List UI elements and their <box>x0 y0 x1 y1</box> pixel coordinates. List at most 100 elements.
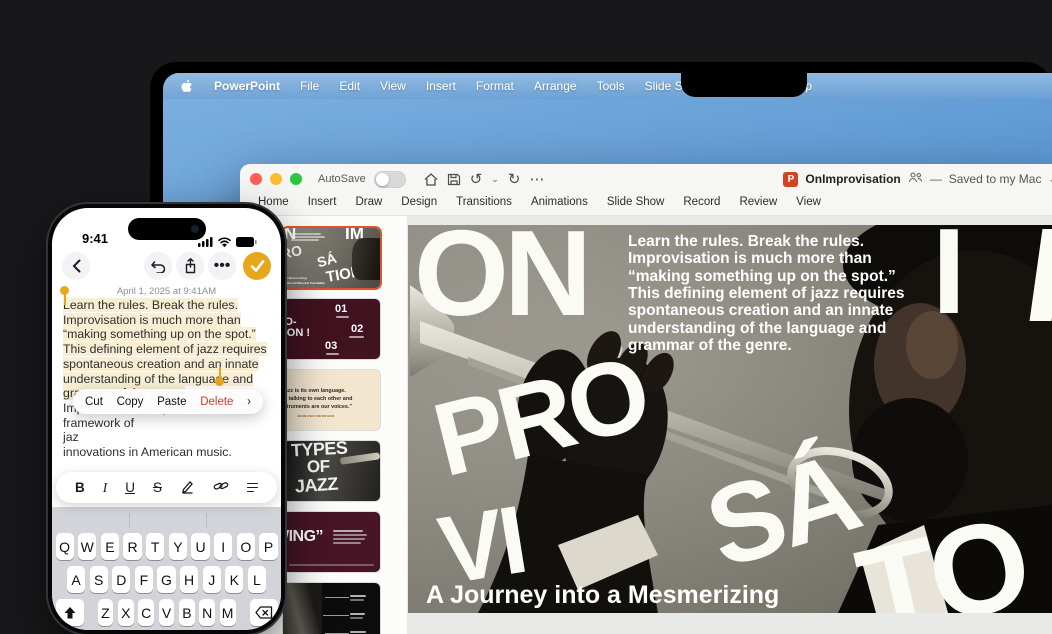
key-g[interactable]: G <box>157 566 176 593</box>
tab-review[interactable]: Review <box>739 196 777 208</box>
key-q[interactable]: Q <box>55 533 74 560</box>
apple-icon[interactable] <box>181 79 194 94</box>
menu-app-name[interactable]: PowerPoint <box>214 79 280 93</box>
thumbnail-slide-3[interactable]: “Jazz is its own language. are talking t… <box>283 370 380 430</box>
slide-caption[interactable]: A Journey into a Mesmerizing <box>426 581 779 610</box>
key-i[interactable]: I <box>214 533 233 560</box>
menu-edit[interactable]: Edit <box>339 79 360 93</box>
key-p[interactable]: P <box>259 533 278 560</box>
undo-icon[interactable]: ↺ <box>470 172 483 187</box>
menu-arrange[interactable]: Arrange <box>534 79 577 93</box>
thumbnail-slide-4[interactable]: TYPES OF JAZZ <box>283 441 380 501</box>
note-date: April 1, 2025 at 9:41AM <box>116 286 217 297</box>
selection-handle-end[interactable] <box>215 367 224 386</box>
highlighter-icon[interactable] <box>180 479 195 497</box>
underline-button[interactable]: U <box>125 480 135 495</box>
tab-animations[interactable]: Animations <box>531 196 588 208</box>
tab-draw[interactable]: Draw <box>355 196 382 208</box>
menu-file[interactable]: File <box>300 79 319 93</box>
tab-slideshow[interactable]: Slide Show <box>607 196 665 208</box>
selected-text[interactable]: Learn the rules. Break the rules. Improv… <box>63 298 267 401</box>
tab-transitions[interactable]: Transitions <box>456 196 512 208</box>
minimize-button[interactable] <box>270 173 282 185</box>
key-s[interactable]: S <box>89 566 108 593</box>
tab-design[interactable]: Design <box>401 196 437 208</box>
menu-insert[interactable]: Insert <box>426 79 456 93</box>
key-e[interactable]: E <box>100 533 119 560</box>
share-button[interactable] <box>176 252 204 280</box>
key-r[interactable]: R <box>123 533 142 560</box>
zoom-button[interactable] <box>290 173 302 185</box>
autosave-label: AutoSave <box>318 173 366 185</box>
context-paste[interactable]: Paste <box>157 396 186 408</box>
thumbnail-slide-1[interactable]: N IM RO SÁ TION a Mesmerizing Melodic/Mu… <box>283 228 380 288</box>
tab-view[interactable]: View <box>796 196 821 208</box>
strikethrough-button[interactable]: S <box>153 480 162 495</box>
save-icon[interactable] <box>447 173 461 186</box>
key-d[interactable]: D <box>112 566 131 593</box>
note-toolbar: ••• <box>52 252 281 282</box>
menu-view[interactable]: View <box>380 79 406 93</box>
key-h[interactable]: H <box>180 566 199 593</box>
bold-button[interactable]: B <box>75 480 85 495</box>
ellipsis-icon[interactable]: ⋯ <box>529 172 544 187</box>
menu-tools[interactable]: Tools <box>597 79 625 93</box>
slide-letter-on: ON <box>414 225 592 341</box>
slide-editor-area: ON I PRO VI SÁ TO Learn the rules. Break… <box>408 216 1052 634</box>
note-body[interactable]: Learn the rules. Break the rules. Improv… <box>63 298 272 460</box>
more-button[interactable]: ••• <box>208 252 236 280</box>
powerpoint-titlebar: AutoSave ↺ ⌄ ↻ ⋯ P OnImprovisation — Sav… <box>240 164 1052 194</box>
chevron-down-icon[interactable]: ⌄ <box>1048 174 1052 185</box>
current-slide[interactable]: ON I PRO VI SÁ TO Learn the rules. Break… <box>408 225 1052 613</box>
thumbnail-slide-6[interactable] <box>283 583 380 634</box>
key-w[interactable]: W <box>78 533 97 560</box>
key-o[interactable]: O <box>236 533 255 560</box>
slide-paragraph[interactable]: Learn the rules. Break the rules. Improv… <box>628 233 924 355</box>
menu-format[interactable]: Format <box>476 79 514 93</box>
status-time: 9:41 <box>82 231 109 246</box>
suggestion-bar <box>52 507 281 533</box>
key-f[interactable]: F <box>134 566 153 593</box>
redo-icon[interactable]: ↻ <box>508 172 521 187</box>
context-delete[interactable]: Delete <box>200 396 233 408</box>
confirm-button[interactable] <box>243 252 271 280</box>
ribbon-tabs: Home Insert Draw Design Transitions Anim… <box>240 194 1052 216</box>
keyboard-row-2: A S D F G H J K L <box>52 566 281 593</box>
context-copy[interactable]: Copy <box>117 396 144 408</box>
saved-status[interactable]: Saved to my Mac <box>949 172 1042 186</box>
undo-chevron-icon[interactable]: ⌄ <box>491 174 499 185</box>
key-t[interactable]: T <box>146 533 165 560</box>
context-cut[interactable]: Cut <box>85 396 103 408</box>
iphone: 9:41 ••• April 1, 2025 at 9:41AM Learn t… <box>48 204 285 634</box>
thumbnail-slide-5[interactable]: WING” <box>283 512 380 572</box>
link-icon[interactable] <box>213 479 229 496</box>
tab-record[interactable]: Record <box>683 196 720 208</box>
key-u[interactable]: U <box>191 533 210 560</box>
tab-insert[interactable]: Insert <box>308 196 337 208</box>
key-k[interactable]: K <box>225 566 244 593</box>
iphone-screen: 9:41 ••• April 1, 2025 at 9:41AM Learn t… <box>52 208 281 630</box>
key-y[interactable]: Y <box>168 533 187 560</box>
wifi-icon <box>218 234 231 252</box>
home-icon[interactable] <box>424 172 438 186</box>
note-line-after-2: jaz <box>63 430 79 445</box>
slide-letter-sa: SÁ <box>692 429 870 592</box>
note-line-after-3: innovations in American music. <box>63 445 232 460</box>
slide-letter-i: I <box>932 225 966 339</box>
undo-button[interactable] <box>144 252 172 280</box>
italic-button[interactable]: I <box>103 480 108 496</box>
back-button[interactable] <box>62 252 90 280</box>
key-a[interactable]: A <box>67 566 86 593</box>
context-more-chevron[interactable]: › <box>247 396 251 408</box>
selection-handle-start[interactable] <box>60 286 69 305</box>
dynamic-island <box>127 218 206 240</box>
list-icon[interactable] <box>246 482 258 493</box>
autosave-toggle[interactable] <box>373 170 406 188</box>
format-bar: B I U S <box>56 472 277 503</box>
key-j[interactable]: J <box>202 566 221 593</box>
collaborate-icon[interactable] <box>908 172 923 186</box>
key-l[interactable]: L <box>247 566 266 593</box>
close-button[interactable] <box>250 173 262 185</box>
tab-home[interactable]: Home <box>258 196 289 208</box>
thumbnail-slide-2[interactable]: F VO- TION ! 01 02 03 <box>283 299 380 359</box>
